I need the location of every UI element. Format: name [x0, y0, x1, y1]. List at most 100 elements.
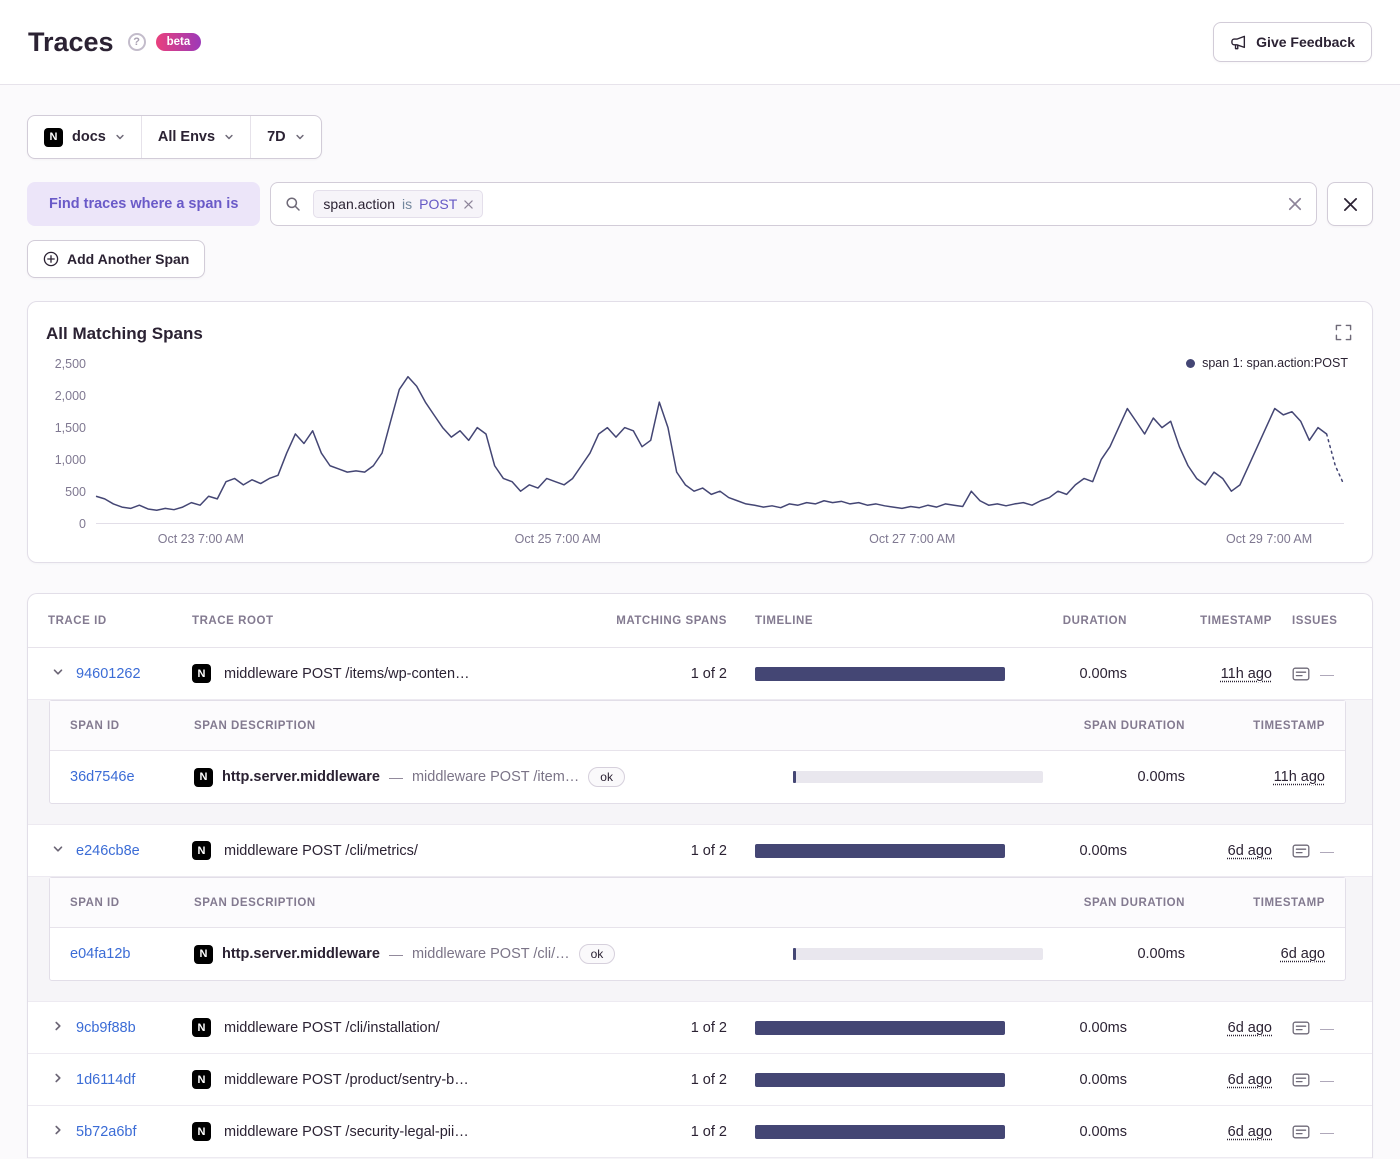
col-span-duration: Span Duration — [1083, 719, 1185, 732]
table-row: 1d6114df N middleware POST /product/sent… — [28, 1054, 1372, 1106]
matching-spans-value: 1 of 2 — [690, 1071, 727, 1088]
timestamp-value[interactable]: 6d ago — [1228, 1020, 1272, 1036]
duration-value: 0.00ms — [1079, 1071, 1127, 1088]
trace-id-link[interactable]: 5b72a6bf — [76, 1124, 136, 1140]
trace-id-link[interactable]: 1d6114df — [76, 1072, 135, 1088]
issues-count: — — [1320, 1123, 1334, 1140]
chevron-down-icon — [224, 132, 234, 142]
timeline-bar — [755, 843, 1005, 858]
fullscreen-icon[interactable] — [1335, 324, 1352, 341]
project-icon: N — [194, 767, 213, 787]
x-axis-label: Oct 23 7:00 AM — [157, 532, 244, 546]
span-table-header: Span ID Span Description Span Duration T… — [50, 701, 1345, 751]
issues-count: — — [1320, 842, 1334, 859]
trace-root-label: middleware POST /cli/metrics/ — [224, 842, 418, 859]
span-timestamp-value[interactable]: 11h ago — [1274, 769, 1325, 785]
collapse-row-button[interactable] — [48, 664, 68, 684]
table-header-row: Trace ID Trace Root Matching Spans Timel… — [28, 594, 1372, 648]
span-timeline-track — [793, 771, 1043, 783]
project-filter[interactable]: N docs — [28, 116, 141, 158]
span-duration-sliver — [793, 771, 796, 783]
trace-root-label: middleware POST /items/wp-conten… — [224, 665, 470, 682]
span-duration-value: 0.00ms — [1137, 769, 1185, 785]
y-axis-label: 2,000 — [54, 389, 86, 403]
expand-row-button[interactable] — [48, 1122, 68, 1142]
trend-line-solid — [96, 377, 1327, 511]
trace-id-link[interactable]: 94601262 — [76, 666, 141, 682]
trace-root-label: middleware POST /product/sentry-b… — [224, 1071, 469, 1088]
chevron-down-icon — [52, 666, 64, 681]
expand-row-button[interactable] — [48, 1070, 68, 1090]
plus-circle-icon — [43, 251, 59, 267]
chart-plot-area[interactable] — [96, 364, 1344, 524]
col-matching-spans: Matching Spans — [616, 614, 727, 627]
matching-spans-value: 1 of 2 — [690, 842, 727, 859]
timestamp-value[interactable]: 6d ago — [1228, 1124, 1272, 1140]
topbar: Traces ? beta Give Feedback — [0, 0, 1400, 85]
matching-spans-value: 1 of 2 — [690, 1123, 727, 1140]
expanded-spans-section: Span ID Span Description Span Duration T… — [28, 877, 1372, 1002]
trend-line-chart — [96, 364, 1344, 523]
collapse-row-button[interactable] — [48, 841, 68, 861]
issues-count: — — [1320, 665, 1334, 682]
project-icon: N — [192, 1070, 211, 1089]
main-content: N docs All Envs 7D Find traces where a s… — [0, 85, 1400, 1158]
separator-dash: — — [388, 769, 403, 785]
add-another-span-label: Add Another Span — [67, 251, 190, 267]
give-feedback-button[interactable]: Give Feedback — [1213, 22, 1372, 62]
span-search-input[interactable]: span.action is POST — [270, 182, 1317, 226]
search-icon — [285, 196, 301, 212]
help-icon[interactable]: ? — [127, 33, 146, 51]
expand-row-button[interactable] — [48, 1018, 68, 1038]
span-id-link[interactable]: 36d7546e — [70, 769, 135, 785]
timestamp-value[interactable]: 6d ago — [1228, 843, 1272, 859]
matching-spans-value: 1 of 2 — [690, 665, 727, 682]
matching-spans-value: 1 of 2 — [690, 1019, 727, 1036]
trace-id-link[interactable]: e246cb8e — [76, 843, 140, 859]
token-value: POST — [419, 196, 458, 212]
y-axis-label: 0 — [79, 517, 86, 531]
trace-root-label: middleware POST /cli/installation/ — [224, 1019, 440, 1036]
trace-id-link[interactable]: 9cb9f88b — [76, 1020, 136, 1036]
timeline-bar — [755, 1072, 1005, 1087]
project-icon: N — [44, 127, 63, 147]
chevron-right-icon — [52, 1020, 64, 1035]
col-trace-root: Trace Root — [192, 614, 274, 627]
issues-icon — [1292, 843, 1310, 859]
remove-span-filter-button[interactable] — [1327, 182, 1373, 226]
traces-page: Traces ? beta Give Feedback N docs All E… — [0, 0, 1400, 1159]
span-builder-label: Find traces where a span is — [27, 182, 261, 226]
col-timestamp: Timestamp — [1200, 614, 1272, 627]
chevron-down-icon — [115, 132, 125, 142]
span-description: middleware POST /item… — [411, 769, 580, 785]
span-description: middleware POST /cli/… — [411, 946, 570, 962]
token-operator: is — [402, 196, 413, 212]
chevron-right-icon — [52, 1124, 64, 1139]
timeline-bar — [755, 1124, 1005, 1139]
chart-title: All Matching Spans — [46, 324, 203, 343]
table-row: 9cb9f88b N middleware POST /cli/installa… — [28, 1002, 1372, 1054]
project-filter-label: docs — [72, 129, 106, 145]
y-axis-label: 500 — [65, 485, 86, 499]
col-duration: Duration — [1062, 614, 1127, 627]
remove-token-icon[interactable] — [464, 199, 473, 209]
environment-filter-label: All Envs — [157, 129, 216, 145]
issues-count: — — [1320, 1071, 1334, 1088]
y-axis-label: 2,500 — [54, 357, 86, 371]
filter-token[interactable]: span.action is POST — [313, 190, 484, 218]
add-another-span-button[interactable]: Add Another Span — [27, 240, 206, 278]
chevron-down-icon — [52, 843, 64, 858]
span-operation: http.server.middleware — [222, 946, 380, 962]
environment-filter[interactable]: All Envs — [140, 116, 250, 158]
timestamp-value[interactable]: 11h ago — [1221, 666, 1272, 682]
timeline-bar — [755, 666, 1005, 681]
date-range-filter[interactable]: 7D — [250, 116, 321, 158]
give-feedback-label: Give Feedback — [1256, 34, 1355, 50]
span-row: 36d7546e N http.server.middleware — midd… — [50, 751, 1345, 803]
duration-value: 0.00ms — [1079, 1123, 1127, 1140]
span-id-link[interactable]: e04fa12b — [70, 946, 130, 962]
project-icon: N — [192, 1122, 211, 1141]
clear-search-icon[interactable] — [1288, 197, 1302, 211]
span-timestamp-value[interactable]: 6d ago — [1281, 946, 1325, 962]
timestamp-value[interactable]: 6d ago — [1228, 1072, 1272, 1088]
